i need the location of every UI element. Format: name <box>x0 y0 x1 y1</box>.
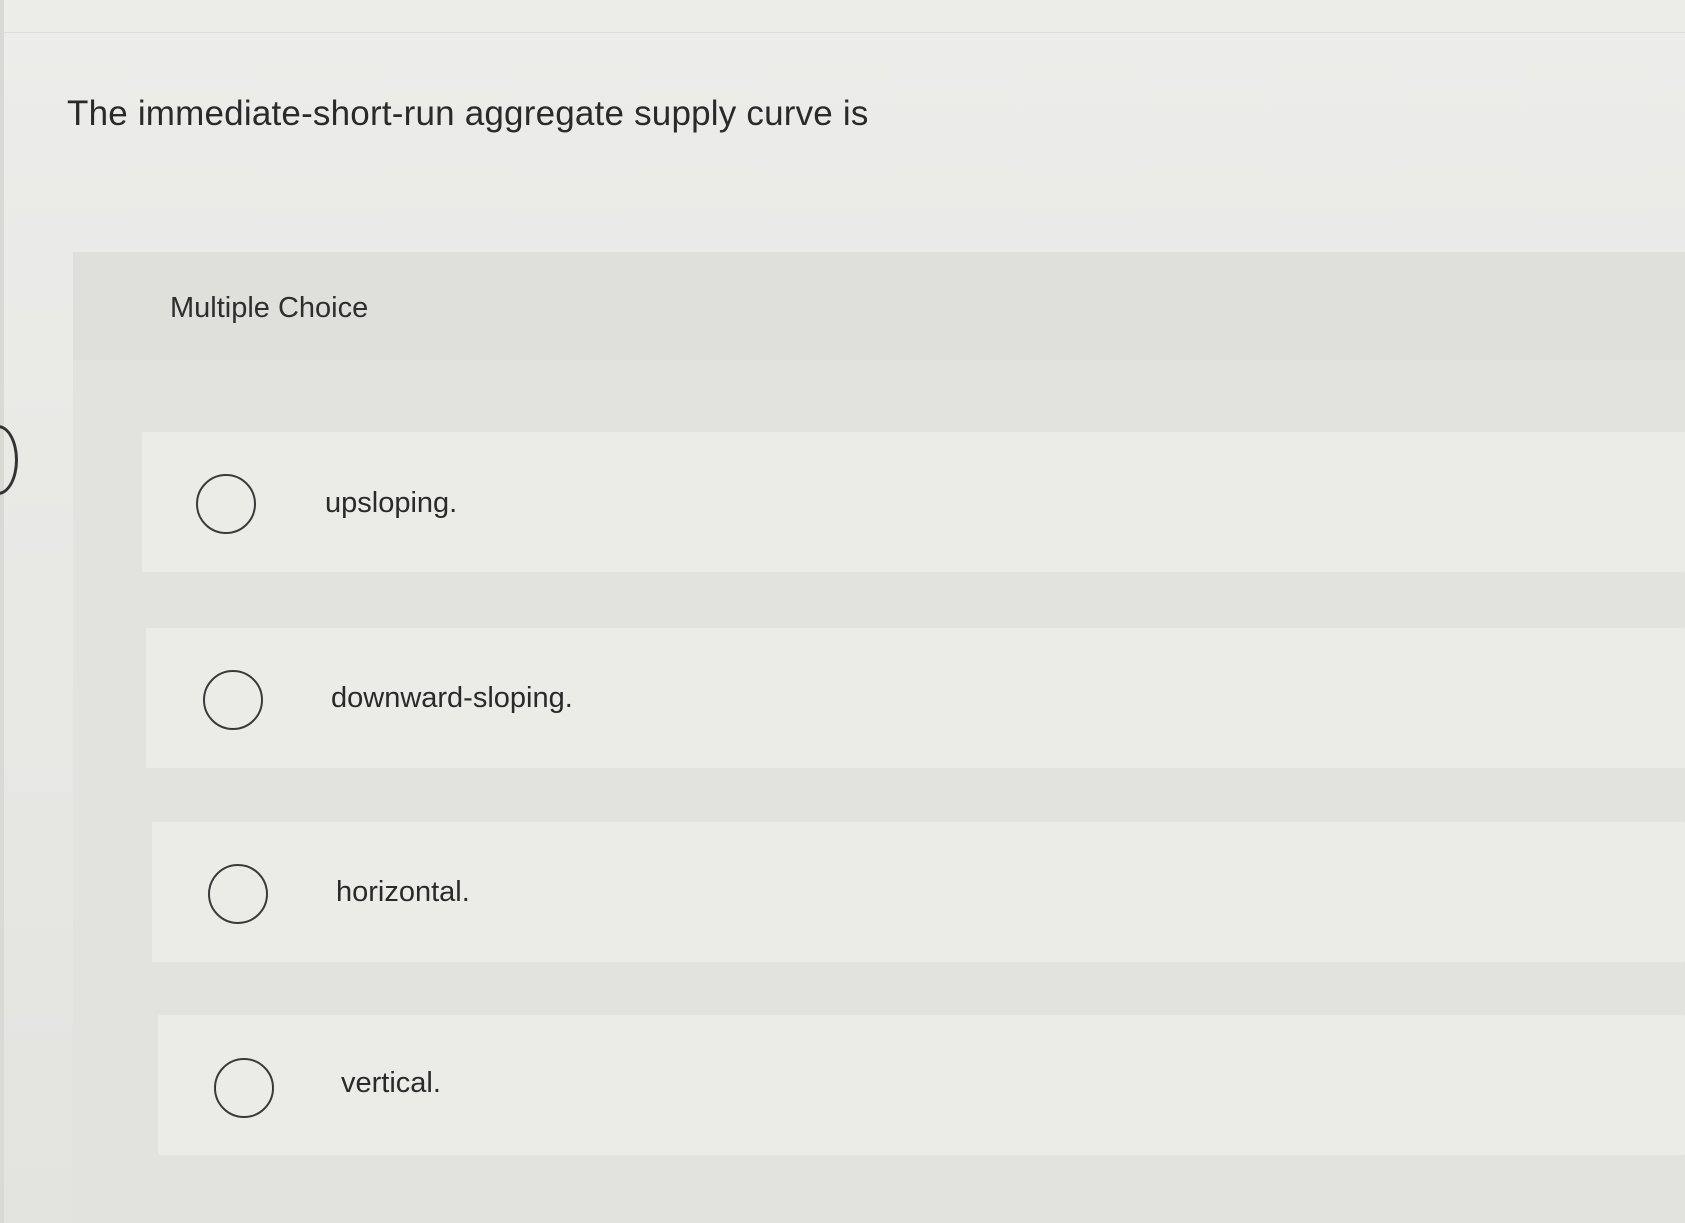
radio-button-4[interactable] <box>214 1058 274 1118</box>
choice-label-3[interactable]: horizontal. <box>336 876 470 909</box>
choice-label-2[interactable]: downward-sloping. <box>331 682 573 715</box>
multiple-choice-label: Multiple Choice <box>170 292 369 324</box>
choice-label-1[interactable]: upsloping. <box>325 487 457 520</box>
choice-label-4[interactable]: vertical. <box>341 1067 441 1100</box>
radio-button-3[interactable] <box>208 864 268 924</box>
question-prompt: The immediate-short-run aggregate supply… <box>67 94 869 133</box>
radio-button-1[interactable] <box>196 474 256 534</box>
top-strip <box>0 0 1685 33</box>
partial-radio-edge <box>0 425 18 495</box>
radio-button-2[interactable] <box>203 670 263 730</box>
page: The immediate-short-run aggregate supply… <box>0 0 1685 1223</box>
left-edge <box>0 0 4 1223</box>
